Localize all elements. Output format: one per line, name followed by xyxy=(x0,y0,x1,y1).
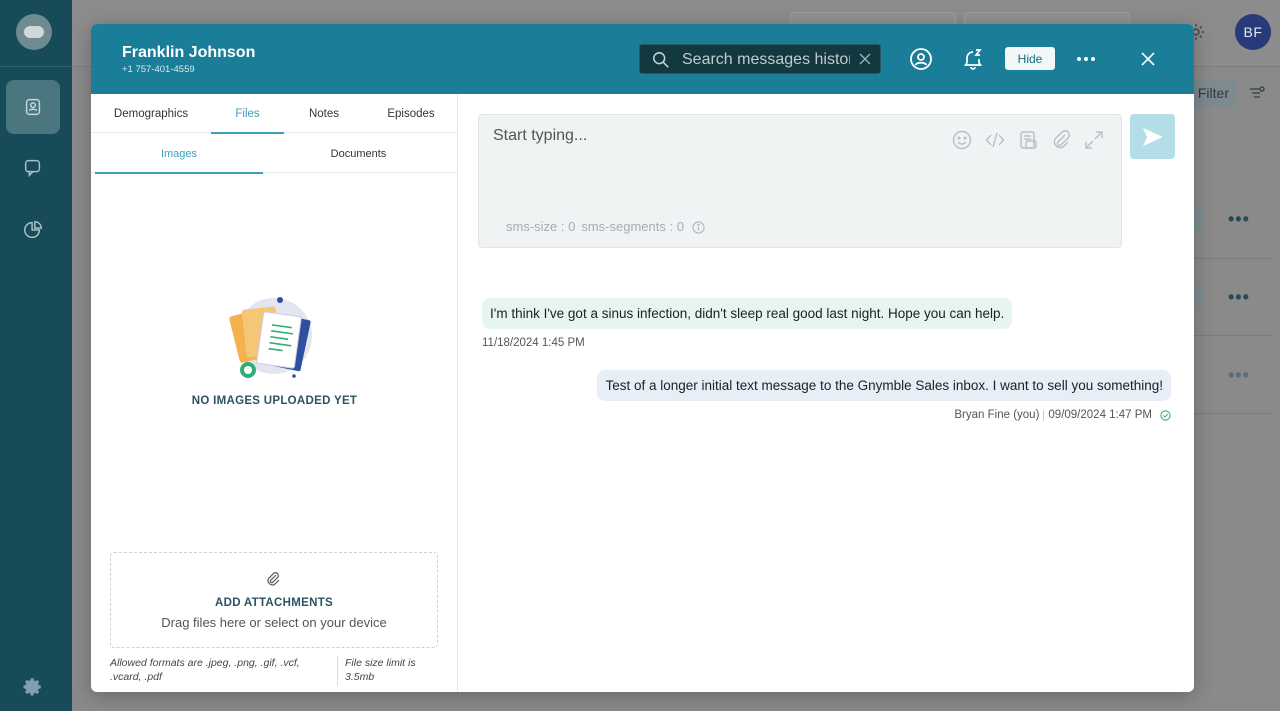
empty-state-text: NO IMAGES UPLOADED YET xyxy=(191,395,358,407)
template-button[interactable] xyxy=(1017,129,1039,151)
attachment-dropzone[interactable]: ADD ATTACHMENTS Drag files here or selec… xyxy=(110,552,438,648)
meta-divider xyxy=(1043,409,1045,421)
app-logo-icon[interactable] xyxy=(16,14,52,50)
close-icon xyxy=(1141,52,1155,66)
code-icon xyxy=(985,132,1005,148)
more-options-button[interactable] xyxy=(1073,46,1099,72)
sms-counter: sms-size : 0 sms-segments : 0 xyxy=(506,219,705,234)
message-sender: Bryan Fine (you) xyxy=(954,409,1040,421)
expand-icon xyxy=(1085,131,1103,149)
search-input[interactable] xyxy=(682,49,850,71)
background-row-divider xyxy=(1194,335,1272,336)
background-row-marker xyxy=(1194,285,1204,309)
send-button[interactable] xyxy=(1130,114,1175,159)
app-sidebar xyxy=(0,0,72,711)
message-search[interactable] xyxy=(639,44,881,74)
code-snippet-button[interactable] xyxy=(984,129,1006,151)
message-input[interactable] xyxy=(493,127,933,187)
message-meta: Bryan Fine (you) 09/09/2024 1:47 PM xyxy=(954,409,1171,421)
tab-episodes[interactable]: Episodes xyxy=(364,94,458,133)
row-more-icon[interactable]: ••• xyxy=(1228,366,1249,384)
dropzone-title: ADD ATTACHMENTS xyxy=(215,597,333,609)
paperclip-icon xyxy=(1053,130,1070,149)
contact-phone: +1 757-401-4559 xyxy=(122,64,195,75)
filter-button[interactable]: Filter xyxy=(1192,79,1235,107)
details-tabs: Demographics Files Notes Episodes xyxy=(91,94,458,134)
sidebar-item-settings[interactable] xyxy=(6,660,60,711)
file-size-limit-note: File size limit is 3.5mb xyxy=(345,657,416,683)
snooze-button[interactable] xyxy=(960,46,986,72)
contact-details-panel: Demographics Files Notes Episodes Images… xyxy=(91,94,458,692)
delivered-check-icon xyxy=(1160,409,1171,421)
close-button[interactable] xyxy=(1135,46,1161,72)
tab-demographics[interactable]: Demographics xyxy=(91,94,211,133)
row-more-icon[interactable]: ••• xyxy=(1228,288,1249,306)
hide-button[interactable]: Hide xyxy=(1005,47,1055,70)
clear-search-icon[interactable] xyxy=(858,52,872,66)
paperclip-icon xyxy=(267,572,280,586)
contact-profile-button[interactable] xyxy=(908,46,934,72)
message-timestamp: 09/09/2024 1:47 PM xyxy=(1048,409,1152,421)
file-type-tabs: Images Documents xyxy=(91,134,458,174)
template-icon xyxy=(1020,131,1037,149)
sidebar-item-reports[interactable] xyxy=(6,203,60,257)
background-row-divider xyxy=(1194,258,1272,259)
subtab-images[interactable]: Images xyxy=(95,134,263,174)
background-row-marker xyxy=(1194,207,1204,231)
conversation-modal: Franklin Johnson +1 757-401-4559 Hide De… xyxy=(91,24,1194,692)
more-horizontal-icon xyxy=(1077,57,1095,61)
footnote-divider xyxy=(337,656,338,686)
incoming-message: I'm think I've got a sinus infection, di… xyxy=(482,298,1013,329)
filter-icon[interactable] xyxy=(1249,86,1265,100)
info-icon[interactable] xyxy=(692,221,705,234)
user-circle-icon xyxy=(910,48,932,70)
emoji-button[interactable] xyxy=(951,129,973,151)
background-row-divider xyxy=(1194,413,1272,414)
search-icon xyxy=(653,52,669,68)
pie-chart-icon xyxy=(24,221,42,239)
message-composer: sms-size : 0 sms-segments : 0 xyxy=(478,114,1122,248)
tab-notes[interactable]: Notes xyxy=(284,94,364,133)
message-timestamp: 11/18/2024 1:45 PM xyxy=(482,337,585,349)
emoji-icon xyxy=(952,130,972,150)
no-files-illustration-icon xyxy=(229,297,312,378)
send-icon xyxy=(1142,127,1163,146)
outgoing-message: Test of a longer initial text message to… xyxy=(597,370,1171,401)
sidebar-item-contacts[interactable] xyxy=(6,80,60,134)
sidebar-item-messages[interactable] xyxy=(6,141,60,195)
row-more-icon[interactable]: ••• xyxy=(1228,210,1249,228)
expand-button[interactable] xyxy=(1083,129,1105,151)
tab-files[interactable]: Files xyxy=(211,94,284,134)
bell-snooze-icon xyxy=(963,49,983,70)
dropzone-subtitle: Drag files here or select on your device xyxy=(161,615,387,630)
contact-name: Franklin Johnson xyxy=(122,44,256,61)
subtab-documents[interactable]: Documents xyxy=(267,134,450,173)
user-avatar[interactable]: BF xyxy=(1235,14,1271,50)
sms-size: sms-size : 0 xyxy=(506,219,576,234)
sms-segments: sms-segments : 0 xyxy=(581,219,684,234)
chat-icon xyxy=(24,159,41,178)
gear-icon xyxy=(23,678,41,696)
modal-header: Franklin Johnson +1 757-401-4559 Hide xyxy=(91,24,1194,94)
allowed-formats-note: Allowed formats are .jpeg, .png, .gif, .… xyxy=(110,657,300,683)
contacts-icon xyxy=(25,98,41,116)
sidebar-divider xyxy=(0,66,72,67)
attach-button[interactable] xyxy=(1050,129,1072,151)
